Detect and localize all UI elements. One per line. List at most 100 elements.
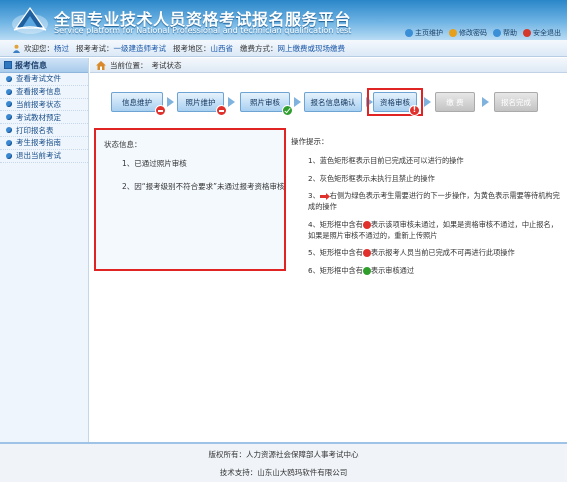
sidebar-item-exit-exam[interactable]: 退出当前考试 — [0, 150, 88, 163]
sidebar-item-current-status[interactable]: 当前报考状态 — [0, 99, 88, 112]
status-panel: 状态信息： 1、已通过照片审核 2、因“报考级别不符合要求”未通过报考资格审核 — [94, 128, 286, 271]
sidebar-item-label: 考生报考指南 — [16, 138, 61, 148]
help-link[interactable]: 帮助 — [493, 28, 517, 38]
tip-line: 4、矩形框中含有 表示该项审核未通过，如果是资格审核不通过，中止报名，如果是照片审… — [291, 219, 563, 241]
step-info-maintenance[interactable]: 信息维护 — [111, 92, 166, 116]
minus-icon — [362, 249, 371, 257]
minus-badge-icon — [155, 105, 166, 116]
step-label: 照片审核 — [250, 97, 280, 107]
step-label: 缴 费 — [446, 97, 464, 107]
change-password-link[interactable]: 修改密码 — [449, 28, 487, 38]
logo-icon — [12, 6, 48, 34]
exam-value: 一级建造师考试 — [113, 43, 167, 53]
check-icon — [362, 266, 371, 275]
tip-text: 右侧为绿色表示考生需要进行的下一步操作，为黄色表示需要等待机构完成的操作 — [308, 191, 560, 211]
payment-value: 网上缴费或现场缴费 — [277, 43, 346, 53]
arrow-right-icon — [294, 97, 302, 107]
status-title: 状态信息： — [104, 140, 142, 149]
step-label: 照片维护 — [185, 97, 216, 107]
tip-prefix: 6、矩形框中含有 — [308, 265, 363, 275]
sidebar-item-label: 打印报名表 — [16, 125, 54, 135]
sidebar-item-exam-files[interactable]: 查看考试文件 — [0, 73, 88, 86]
sidebar-header: 报考信息 — [0, 58, 88, 73]
header-banner: 全国专业技术人员资格考试报名服务平台 Service platform for … — [0, 0, 567, 40]
status-line: 1、已通过照片审核 — [122, 159, 187, 168]
step-label: 信息维护 — [122, 97, 152, 107]
tip-line: 3、 右侧为绿色表示考生需要进行的下一步操作，为黄色表示需要等待机构完成的操作 — [291, 190, 563, 212]
progress-steps: 信息维护 照片维护 照片审核 报名信息确认 资格审核 缴 费 报名完成 — [90, 82, 567, 122]
logout-link-label: 安全退出 — [533, 29, 561, 37]
tip-line: 1、蓝色矩形框表示目前已完成还可以进行的操作 — [308, 156, 464, 165]
step-photo-review[interactable]: 照片审核 — [240, 92, 293, 116]
site-subtitle: Service platform for National Profession… — [54, 26, 352, 35]
house-icon — [96, 60, 106, 70]
user-icon — [12, 44, 21, 53]
breadcrumb: 当前位置： 考试状态 — [90, 58, 567, 73]
home-icon — [405, 29, 413, 37]
check-badge-icon — [282, 105, 293, 116]
step-label: 资格审核 — [380, 97, 410, 107]
bullet-icon — [6, 152, 12, 159]
logout-link[interactable]: 安全退出 — [523, 28, 561, 38]
step-photo-maintenance[interactable]: 照片维护 — [177, 92, 227, 116]
sidebar-header-label: 报考信息 — [15, 60, 47, 70]
red-arrow-icon — [319, 192, 330, 200]
sidebar-item-textbook-order[interactable]: 考试教材预定 — [0, 111, 88, 125]
help-link-label: 帮助 — [503, 29, 517, 37]
step-payment: 缴 费 — [435, 92, 475, 112]
folder-icon — [4, 61, 12, 69]
tip-text: 表示报考人员当前已完成不可再进行此项操作 — [370, 248, 515, 257]
minus-badge-icon — [216, 105, 227, 116]
sidebar-item-print-form[interactable]: 打印报名表 — [0, 124, 88, 137]
tip-line: 5、矩形框中含有 表示报考人员当前已完成不可再进行此项操作 — [291, 247, 563, 258]
footer-copyright: 版权所有：人力资源社会保障部人事考试中心 — [208, 450, 359, 459]
tip-line: 6、矩形框中含有 表示审核通过 — [291, 265, 563, 276]
region-label: 报考地区： — [173, 43, 211, 53]
user-info-bar: 欢迎您： 杨过 报考考试： 一级建造师考试 报考地区： 山西省 缴费方式： 网上… — [0, 40, 567, 57]
username: 杨过 — [54, 43, 69, 53]
status-line: 2、因“报考级别不符合要求”未通过报考资格审核 — [122, 182, 285, 191]
step-label: 报名信息确认 — [310, 97, 356, 107]
sidebar-item-guide[interactable]: 考生报考指南 — [0, 137, 88, 150]
exclamation-icon — [362, 220, 371, 229]
arrow-right-icon — [482, 97, 490, 107]
step-registration-confirm[interactable]: 报名信息确认 — [304, 92, 362, 112]
logout-icon — [523, 29, 531, 37]
tip-prefix: 4、矩形框中含有 — [308, 219, 363, 229]
exclamation-badge-icon — [409, 105, 420, 116]
footer-support: 技术支持：山东山大鸥玛软件有限公司 — [219, 468, 348, 477]
header-links: 主页维护 修改密码 帮助 安全退出 — [405, 28, 561, 38]
home-link[interactable]: 主页维护 — [405, 28, 443, 38]
bullet-icon — [6, 101, 12, 108]
step-qualification-review[interactable]: 资格审核 — [373, 92, 420, 116]
help-icon — [493, 29, 501, 37]
tips-panel: 操作提示： 1、蓝色矩形框表示目前已完成还可以进行的操作 2、灰色矩形框表示未执… — [291, 136, 563, 282]
arrow-right-icon — [167, 97, 175, 107]
bullet-icon — [6, 88, 12, 95]
breadcrumb-current: 考试状态 — [151, 60, 182, 70]
step-label: 报名完成 — [501, 97, 531, 107]
breadcrumb-prefix: 当前位置： — [110, 60, 148, 70]
tip-number: 3、 — [308, 191, 320, 200]
sidebar-item-label: 查看考试文件 — [16, 74, 61, 84]
sidebar-item-label: 查看报考信息 — [16, 87, 61, 97]
exam-label: 报考考试： — [76, 43, 114, 53]
arrow-right-icon — [424, 97, 432, 107]
sidebar-item-registration-info[interactable]: 查看报考信息 — [0, 86, 88, 99]
payment-label: 缴费方式： — [240, 43, 278, 53]
sidebar-item-label: 退出当前考试 — [16, 151, 61, 161]
bullet-icon — [6, 75, 12, 82]
key-icon — [449, 29, 457, 37]
welcome-label: 欢迎您： — [24, 43, 54, 53]
tip-text: 表示审核通过 — [370, 265, 415, 275]
tip-prefix: 5、矩形框中含有 — [308, 248, 363, 257]
bullet-icon — [6, 127, 12, 134]
sidebar-item-label: 考试教材预定 — [16, 112, 61, 122]
tip-line: 2、灰色矩形框表示未执行且禁止的操作 — [308, 173, 435, 183]
arrow-right-icon — [228, 97, 236, 107]
tips-title: 操作提示： — [291, 137, 329, 146]
change-password-label: 修改密码 — [459, 29, 487, 37]
bullet-icon — [6, 114, 12, 121]
region-value: 山西省 — [210, 43, 234, 53]
sidebar-item-label: 当前报考状态 — [16, 99, 61, 109]
